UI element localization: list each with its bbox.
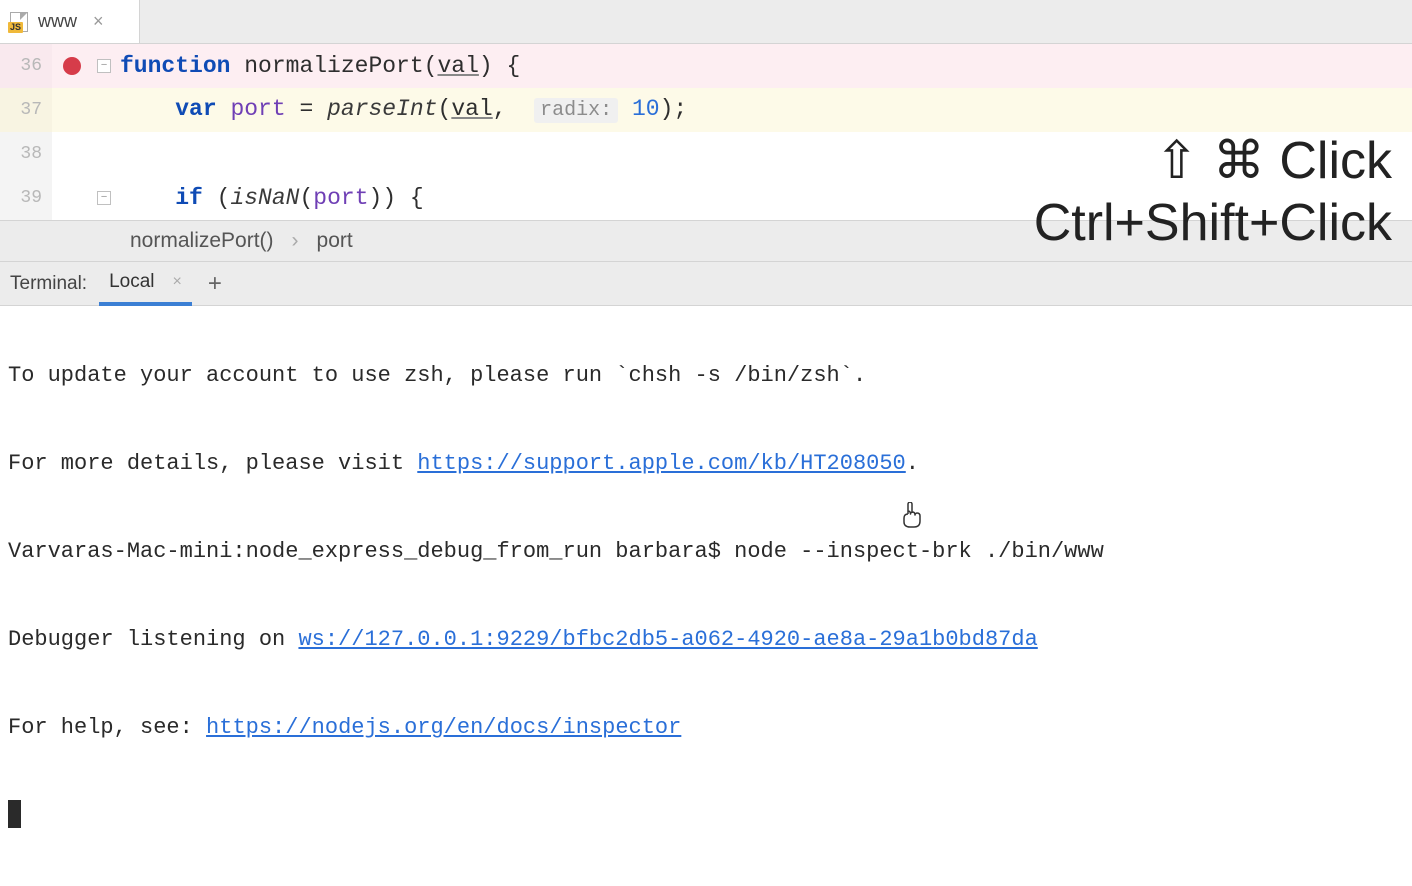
code-text[interactable]: function normalizePort(val) { [116,44,520,88]
terminal-tab-label: Local [109,271,154,293]
fold-gutter[interactable]: − [92,59,116,73]
fold-collapse-icon[interactable]: − [97,59,111,73]
code-line-37[interactable]: 37 var port = parseInt(val, radix: 10); [0,88,1412,132]
terminal-line [8,794,1404,838]
add-terminal-button[interactable]: + [192,262,238,305]
line-number[interactable]: 36 [0,44,52,88]
code-line-39[interactable]: 39 − if (isNaN(port)) { [0,176,1412,220]
file-tab-label: www [38,11,77,32]
terminal-panel-label: Terminal: [8,262,99,305]
js-file-icon: JS [10,12,30,32]
terminal-link[interactable]: ws://127.0.0.1:9229/bfbc2db5-a062-4920-a… [298,627,1037,652]
breadcrumb: normalizePort() › port [0,220,1412,262]
plus-icon: + [208,270,222,298]
close-icon[interactable]: × [93,11,104,32]
code-text[interactable]: if (isNaN(port)) { [116,176,424,220]
breakpoint-icon[interactable] [63,57,81,75]
code-line-36[interactable]: 36 − function normalizePort(val) { [0,44,1412,88]
terminal-line: For help, see: https://nodejs.org/en/doc… [8,706,1404,750]
terminal-line: Debugger listening on ws://127.0.0.1:922… [8,618,1404,662]
fold-gutter[interactable]: − [92,191,116,205]
line-number[interactable]: 38 [0,132,52,176]
terminal-output[interactable]: To update your account to use zsh, pleas… [0,306,1412,886]
code-editor[interactable]: 36 − function normalizePort(val) { 37 va… [0,44,1412,220]
terminal-line: To update your account to use zsh, pleas… [8,354,1404,398]
terminal-line: Varvaras-Mac-mini:node_express_debug_fro… [8,530,1404,574]
inline-hint: radix: [534,98,618,123]
terminal-tab-local[interactable]: Local × [99,262,192,306]
terminal-line: For more details, please visit https://s… [8,442,1404,486]
close-icon[interactable]: × [173,273,182,291]
breakpoint-gutter[interactable] [52,57,92,75]
breadcrumb-item[interactable]: normalizePort() [130,229,274,253]
chevron-right-icon: › [292,229,299,253]
terminal-link[interactable]: https://nodejs.org/en/docs/inspector [206,715,681,740]
terminal-cursor [8,800,21,828]
editor-tab-bar: JS www × [0,0,1412,44]
line-number[interactable]: 37 [0,88,52,132]
terminal-tab-bar: Terminal: Local × + [0,262,1412,306]
line-number[interactable]: 39 [0,176,52,220]
breadcrumb-item[interactable]: port [317,229,353,253]
terminal-link[interactable]: https://support.apple.com/kb/HT208050 [417,451,905,476]
fold-collapse-icon[interactable]: − [97,191,111,205]
file-tab-www[interactable]: JS www × [0,0,140,43]
code-line-38[interactable]: 38 [0,132,1412,176]
code-text[interactable]: var port = parseInt(val, radix: 10); [116,87,687,133]
